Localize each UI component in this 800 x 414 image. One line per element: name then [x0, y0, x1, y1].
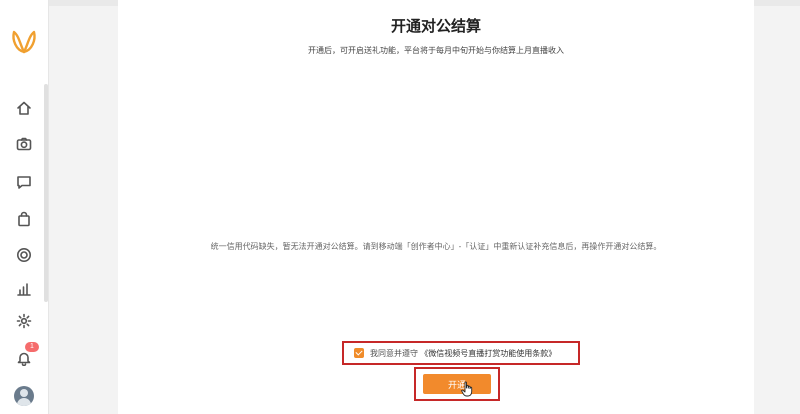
sidebar: 1	[0, 0, 49, 414]
sidebar-item-camera[interactable]	[12, 132, 36, 156]
message-icon	[17, 176, 31, 189]
chart-icon	[17, 283, 31, 296]
logo-icon	[12, 30, 36, 54]
sidebar-item-messages[interactable]	[12, 170, 36, 194]
bag-icon	[18, 211, 30, 227]
agreement-terms-link[interactable]: 《微信视频号直播打赏功能使用条款》	[420, 349, 556, 358]
sidebar-item-live[interactable]	[12, 243, 36, 267]
agreement-text: 我同意并遵守	[370, 348, 418, 358]
sidebar-item-settings[interactable]	[12, 309, 36, 333]
sidebar-item-home[interactable]	[12, 96, 36, 120]
agreement-checkbox[interactable]	[354, 348, 364, 358]
camera-icon	[16, 137, 32, 151]
page-subtitle: 开通后，可开启送礼功能，平台将于每月中旬开始与你结算上月直播收入	[308, 46, 564, 55]
target-icon	[17, 248, 31, 262]
sidebar-item-shop[interactable]	[12, 207, 36, 231]
open-button-highlight: 开通	[414, 367, 500, 401]
missing-credit-code-notice: 统一信用代码缺失，暂无法开通对公结算。请到移动端「创作者中心」-「认证」中重新认…	[210, 242, 662, 251]
page-title: 开通对公结算	[390, 18, 481, 35]
open-settlement-button[interactable]: 开通	[423, 374, 491, 394]
avatar[interactable]	[14, 386, 34, 406]
notifications-button[interactable]: 1	[12, 342, 39, 370]
sidebar-scrollbar[interactable]	[44, 84, 48, 302]
gear-icon	[16, 313, 32, 329]
bell-icon	[17, 352, 31, 366]
agreement-label: 我同意并遵守 《微信视频号直播打赏功能使用条款》	[370, 348, 556, 359]
home-icon	[17, 101, 31, 115]
sidebar-item-data[interactable]	[12, 277, 36, 301]
notification-badge: 1	[25, 342, 39, 352]
agreement-highlight: 我同意并遵守 《微信视频号直播打赏功能使用条款》	[342, 341, 580, 365]
